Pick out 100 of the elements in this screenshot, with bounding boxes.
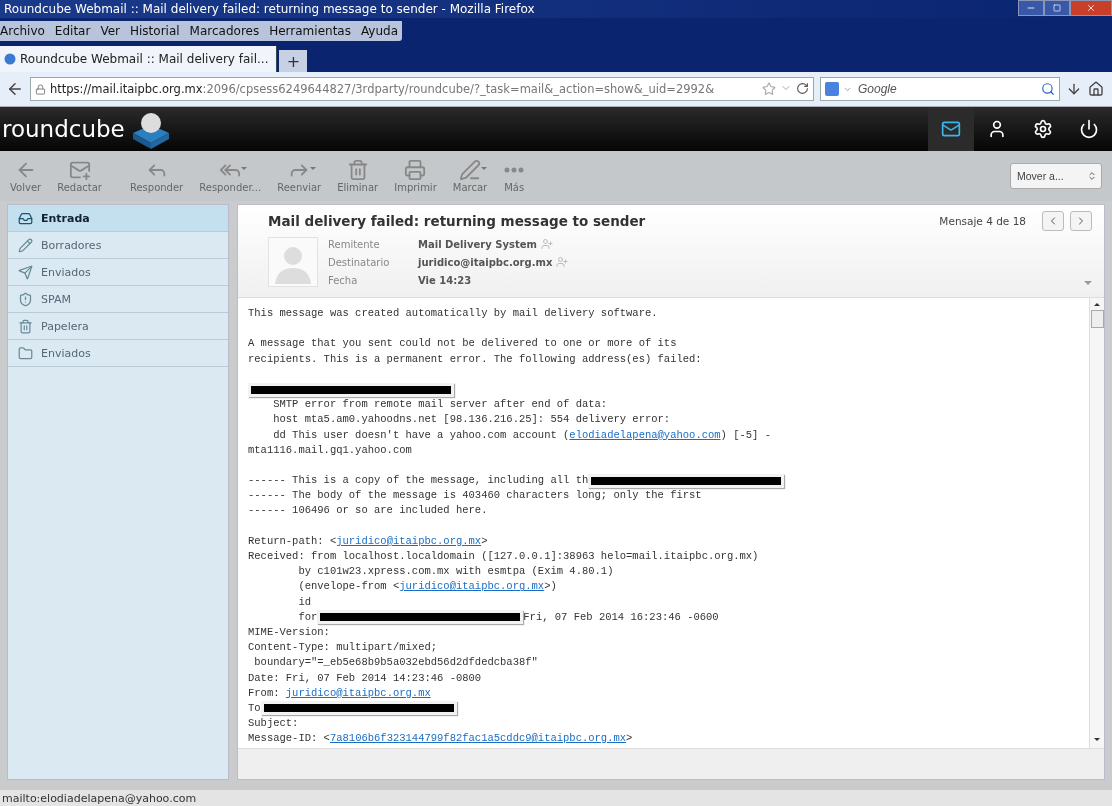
menu-item[interactable]: Archivo	[0, 24, 45, 38]
mail-icon[interactable]	[928, 107, 974, 151]
header-label: Fecha	[328, 274, 359, 286]
body-text: dd This user doesn't have a yahoo.com account (	[272, 427, 570, 443]
print-icon	[404, 159, 427, 181]
move-select[interactable]: Mover a...	[1010, 163, 1102, 189]
search-engine-icon[interactable]	[825, 82, 839, 96]
compose-icon	[68, 159, 91, 181]
body-text: ) [-5] -	[720, 427, 771, 443]
delete-icon	[346, 159, 369, 181]
body-text: >	[626, 731, 633, 747]
reload-icon[interactable]	[796, 82, 809, 95]
folder-item[interactable]: Enviados	[8, 340, 228, 367]
body-text: MIME-Version:	[248, 624, 330, 640]
menu-item[interactable]: Ver	[100, 24, 120, 38]
body-text: (envelope-from <	[297, 579, 400, 595]
email-link[interactable]: juridico@itaipbc.org.mx	[336, 533, 482, 549]
folder-item[interactable]: Borradores	[8, 232, 228, 259]
add-contact-icon[interactable]	[540, 238, 553, 251]
body-text: ------ 106496 or so are included here.	[248, 503, 488, 519]
body-text: >	[481, 533, 488, 549]
folder-item[interactable]: Enviados	[8, 259, 228, 286]
body-text: Fri, 07 Feb 2014 16:23:46 -0600	[523, 609, 719, 625]
star-icon[interactable]	[762, 82, 776, 96]
email-link[interactable]: 7a8106b6f323144799f82fac1a5cddc9@itaipbc.org.mx	[329, 731, 627, 747]
menu-item[interactable]: Editar	[54, 24, 91, 38]
body-text: ------ The body of the message is 403460 characters long; only the first	[248, 488, 702, 504]
toolbar-button[interactable]: Marcar	[448, 159, 492, 193]
header-label: Destinatario	[328, 257, 391, 268]
header-value: juridico@itaipbc.org.mx	[418, 257, 553, 268]
maximize-button[interactable]	[1044, 0, 1070, 16]
more-icon	[504, 167, 525, 173]
scrollbar-thumb[interactable]	[1090, 310, 1104, 328]
body-text: Content-Type: multipart/mixed;	[248, 640, 438, 656]
status-bar: mailto:elodiadelapena@yahoo.com	[0, 790, 1112, 806]
back-icon[interactable]	[6, 80, 24, 98]
toolbar-button[interactable]: Volver	[6, 159, 46, 193]
header-value: Vie 14:23	[418, 274, 472, 286]
close-icon	[1086, 3, 1096, 13]
body-text: recipients. This is a permanent error. The following address(es) failed:	[248, 351, 702, 367]
toolbar-button[interactable]: Imprimir	[390, 159, 441, 193]
mark-icon	[458, 159, 481, 181]
folder-item[interactable]: SPAM	[8, 286, 228, 313]
close-button[interactable]	[1070, 0, 1112, 16]
previous-button[interactable]	[1042, 211, 1064, 231]
globe-icon	[4, 53, 16, 65]
spam-icon	[18, 291, 33, 307]
lock-icon	[35, 83, 46, 95]
body-text: A message that you sent could not be delivered to one or more of its	[248, 336, 677, 352]
minimize-button[interactable]	[1018, 0, 1044, 16]
download-icon[interactable]	[1066, 81, 1082, 97]
toolbar-button[interactable]: Redactar	[53, 159, 106, 193]
drafts-icon	[18, 237, 33, 253]
next-button[interactable]	[1070, 211, 1092, 231]
email-link[interactable]: juridico@itaipbc.org.mx	[285, 685, 431, 701]
body-text: for	[297, 609, 318, 625]
scrollbar[interactable]	[1089, 298, 1104, 748]
message-subject: Mail delivery failed: returning message to sender	[268, 213, 647, 229]
toolbar-button[interactable]: Más	[499, 159, 530, 193]
avatar-silhouette	[268, 237, 318, 287]
inbox-icon	[18, 210, 33, 226]
body-text: host mta5.am0.yahoodns.net [98.136.216.25]: 554 delivery error:	[272, 412, 671, 428]
body-text: id	[297, 594, 311, 610]
menu-item[interactable]: Historial	[130, 24, 180, 38]
sent-icon	[18, 264, 33, 280]
menu-item[interactable]: Herramientas	[269, 24, 351, 38]
body-text: This message was created automatically by mail delivery software.	[248, 306, 658, 321]
header-label: Remitente	[328, 238, 381, 250]
body-text: boundary="=_eb5e68b9b5a032ebd56d2dfdedcba38f"	[253, 655, 538, 671]
folder-item[interactable]: Papelera	[8, 313, 228, 340]
body-text: SMTP error from remote mail server after end of data:	[272, 397, 608, 413]
menu-item[interactable]: Ayuda	[360, 24, 399, 38]
body-text: ------ This is a copy of the message, including all th	[248, 473, 589, 489]
menu-item[interactable]: Marcadores	[189, 24, 260, 38]
body-text: From:	[248, 685, 281, 701]
toolbar-button[interactable]: Reenviar	[273, 159, 326, 193]
body-text: mta1116.mail.gq1.yahoo.com	[248, 442, 412, 458]
body-text: Message-ID: <	[248, 731, 330, 747]
body-text: To	[248, 700, 261, 716]
toolbar-button[interactable]: Responder	[125, 159, 188, 193]
email-link[interactable]: elodiadelapena@yahoo.com	[569, 427, 721, 443]
search-icon[interactable]	[1041, 82, 1055, 96]
message-counter: Mensaje 4 de 18	[939, 215, 1026, 227]
toolbar-button[interactable]: Responder...	[195, 159, 266, 193]
body-text: Received: from localhost.localdomain ([127.0.0.1]:38963 helo=mail.itaipbc.org.mx)	[248, 549, 759, 564]
app-logo: roundcube	[2, 116, 125, 142]
folder-icon	[18, 345, 33, 361]
search-bar[interactable]: Google	[820, 77, 1060, 101]
toolbar-button[interactable]: Eliminar	[333, 159, 383, 193]
home-icon[interactable]	[1088, 81, 1104, 97]
new-tab-button[interactable]: +	[279, 50, 308, 72]
header-value: Mail Delivery System	[418, 238, 537, 250]
folder-item[interactable]: Entrada	[8, 205, 228, 232]
body-text: Return-path: <	[248, 533, 337, 549]
browser-tab[interactable]: Roundcube Webmail :: Mail delivery fail...	[0, 46, 278, 72]
email-link[interactable]: juridico@itaipbc.org.mx	[399, 579, 545, 595]
maximize-icon	[1053, 4, 1061, 12]
trash-icon	[18, 318, 33, 334]
add-contact-icon[interactable]	[556, 256, 569, 269]
address-field[interactable]: https://mail.itaipbc.org.mx:2096/cpsess6249644827/3rdparty/roundcube/?_task=mail&_action=show&_uid=2992&	[30, 77, 814, 101]
